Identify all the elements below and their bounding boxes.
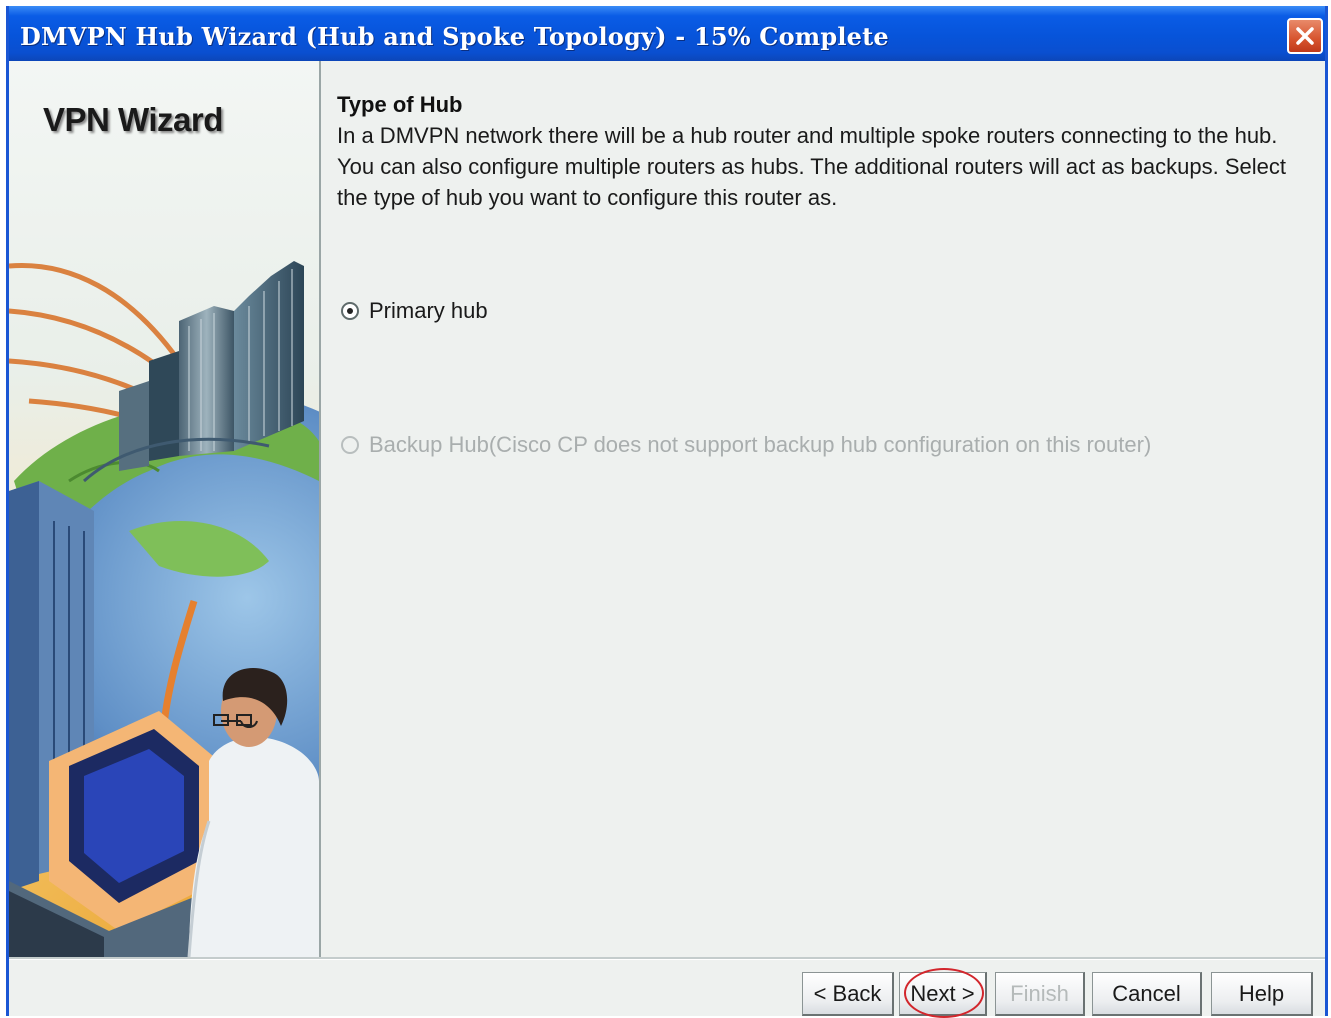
backup-hub-option: Backup Hub(Cisco CP does not support bac… xyxy=(341,432,1151,458)
vpn-wizard-illustration xyxy=(9,61,319,957)
window-title: DMVPN Hub Wizard (Hub and Spoke Topology… xyxy=(20,22,889,51)
backup-hub-radio xyxy=(341,436,359,454)
footer-divider xyxy=(9,957,1325,960)
wizard-side-panel: VPN Wizard xyxy=(9,61,321,957)
cancel-button[interactable]: Cancel xyxy=(1092,972,1202,1016)
primary-hub-option[interactable]: Primary hub xyxy=(341,298,488,324)
finish-button: Finish xyxy=(995,972,1085,1016)
help-button[interactable]: Help xyxy=(1211,972,1313,1016)
back-button[interactable]: < Back xyxy=(802,972,894,1016)
sidebar-title: VPN Wizard xyxy=(43,101,223,138)
next-button[interactable]: Next > xyxy=(899,972,987,1016)
title-bar[interactable]: DMVPN Hub Wizard (Hub and Spoke Topology… xyxy=(9,6,1325,61)
backup-hub-label: Backup Hub(Cisco CP does not support bac… xyxy=(369,432,1152,457)
close-icon xyxy=(1294,25,1316,47)
section-description: In a DMVPN network there will be a hub r… xyxy=(337,123,1286,210)
primary-hub-label[interactable]: Primary hub xyxy=(369,298,488,324)
wizard-window: DMVPN Hub Wizard (Hub and Spoke Topology… xyxy=(6,6,1328,1018)
close-button[interactable] xyxy=(1287,18,1323,54)
section-title: Type of Hub xyxy=(337,92,463,117)
wizard-content: Type of Hub In a DMVPN network there wil… xyxy=(337,92,1317,213)
primary-hub-radio[interactable] xyxy=(341,302,359,320)
